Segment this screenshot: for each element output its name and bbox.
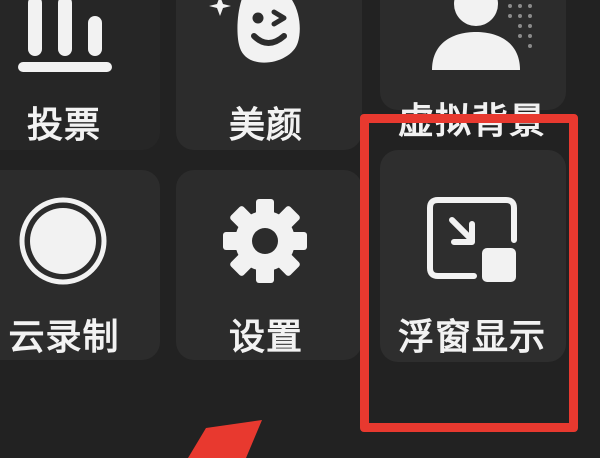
red-arrow-annotation [188,420,262,458]
toolbar-menu-panel: 投票 美颜 虚拟背景 云录制 设置 浮窗显示 [0,0,600,458]
